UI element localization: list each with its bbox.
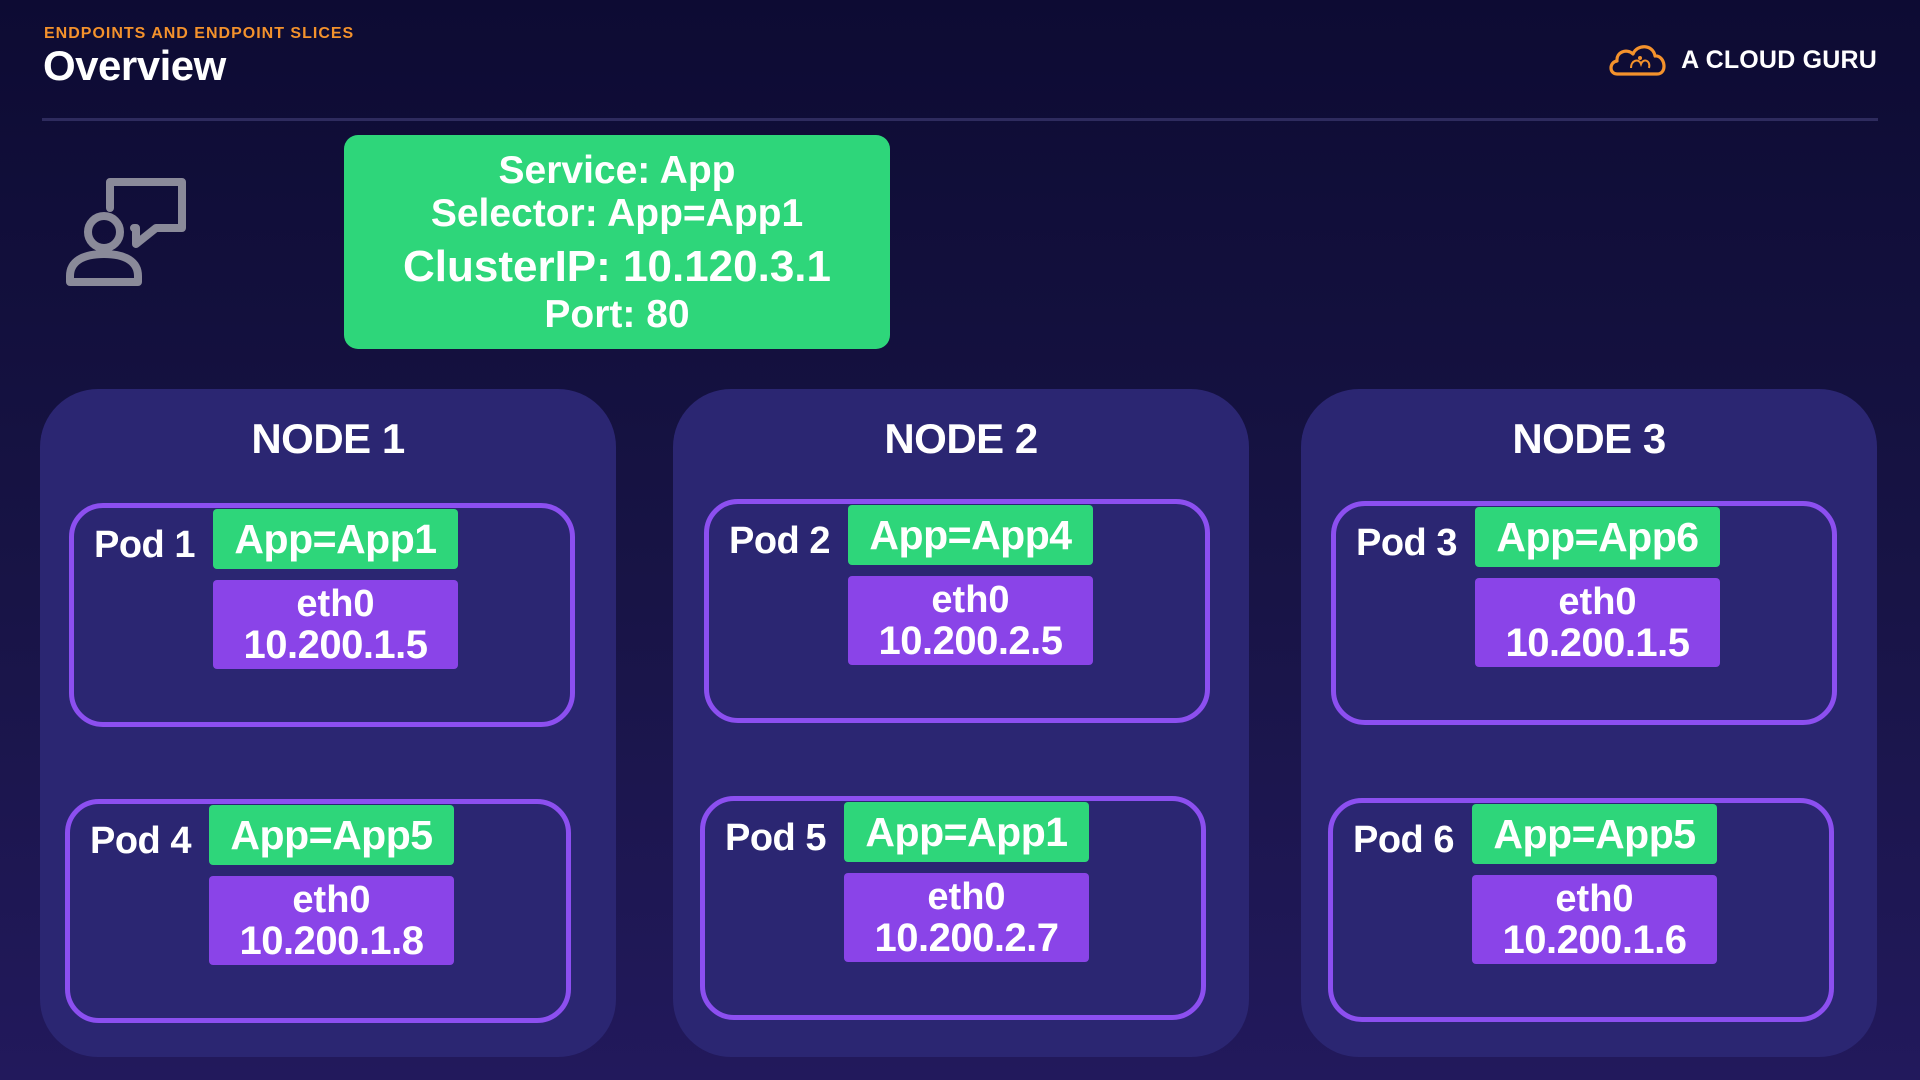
interface-ip: 10.200.1.5 bbox=[243, 622, 428, 667]
header-eyebrow: ENDPOINTS AND ENDPOINT SLICES bbox=[44, 25, 355, 42]
header-divider bbox=[42, 118, 1878, 121]
pod-label: Pod 5 bbox=[725, 817, 826, 859]
user-chat-icon bbox=[66, 178, 186, 286]
pod-interface: eth0 10.200.1.5 bbox=[1475, 578, 1720, 667]
pod-6: Pod 6 App=App5 eth0 10.200.1.6 bbox=[1328, 798, 1834, 1022]
pod-interface: eth0 10.200.2.5 bbox=[848, 576, 1093, 665]
node-3: NODE 3 Pod 3 App=App6 eth0 10.200.1.5 Po… bbox=[1301, 389, 1877, 1057]
node-1: NODE 1 Pod 1 App=App1 eth0 10.200.1.5 Po… bbox=[40, 389, 616, 1057]
pod-app-label: App=App6 bbox=[1475, 507, 1720, 567]
interface-ip: 10.200.1.8 bbox=[239, 918, 424, 963]
service-selector: Selector: App=App1 bbox=[430, 191, 804, 235]
pod-interface: eth0 10.200.2.7 bbox=[844, 873, 1089, 962]
pod-5: Pod 5 App=App1 eth0 10.200.2.7 bbox=[700, 796, 1206, 1020]
interface-name: eth0 bbox=[927, 875, 1006, 918]
interface-ip: 10.200.1.5 bbox=[1505, 620, 1690, 665]
pod-interface: eth0 10.200.1.6 bbox=[1472, 875, 1717, 964]
pod-3: Pod 3 App=App6 eth0 10.200.1.5 bbox=[1331, 501, 1837, 725]
interface-name: eth0 bbox=[1555, 877, 1634, 920]
service-cluster-ip: ClusterIP: 10.120.3.1 bbox=[402, 241, 831, 291]
brand-name: A CLOUD GURU bbox=[1681, 45, 1877, 74]
service-port: Port: 80 bbox=[544, 292, 690, 336]
cloud-logo-icon bbox=[1609, 45, 1666, 76]
node-2: NODE 2 Pod 2 App=App4 eth0 10.200.2.5 Po… bbox=[673, 389, 1249, 1057]
pod-label: Pod 4 bbox=[90, 820, 191, 862]
node-title: NODE 2 bbox=[884, 415, 1038, 462]
pod-label: Pod 1 bbox=[94, 524, 195, 566]
pod-app-label: App=App5 bbox=[209, 805, 454, 865]
node-title: NODE 3 bbox=[1512, 415, 1666, 462]
pod-4: Pod 4 App=App5 eth0 10.200.1.8 bbox=[65, 799, 571, 1023]
interface-ip: 10.200.2.5 bbox=[878, 618, 1063, 663]
service-box: Service: App Selector: App=App1 ClusterI… bbox=[344, 135, 890, 349]
service-name: Service: App bbox=[498, 148, 736, 192]
pod-label: Pod 2 bbox=[729, 520, 830, 562]
interface-name: eth0 bbox=[1558, 580, 1637, 623]
interface-name: eth0 bbox=[296, 582, 375, 625]
node-title: NODE 1 bbox=[251, 415, 405, 462]
page-title: Overview bbox=[43, 42, 226, 89]
brand: A CLOUD GURU bbox=[1607, 40, 1877, 80]
pod-app-label: App=App5 bbox=[1472, 804, 1717, 864]
interface-ip: 10.200.1.6 bbox=[1502, 917, 1687, 962]
pod-app-label: App=App1 bbox=[213, 509, 458, 569]
pod-interface: eth0 10.200.1.8 bbox=[209, 876, 454, 965]
pod-app-label: App=App1 bbox=[844, 802, 1089, 862]
interface-ip: 10.200.2.7 bbox=[874, 915, 1059, 960]
pod-label: Pod 6 bbox=[1353, 819, 1454, 861]
pod-2: Pod 2 App=App4 eth0 10.200.2.5 bbox=[704, 499, 1210, 723]
pod-1: Pod 1 App=App1 eth0 10.200.1.5 bbox=[69, 503, 575, 727]
interface-name: eth0 bbox=[931, 578, 1010, 621]
pod-interface: eth0 10.200.1.5 bbox=[213, 580, 458, 669]
pod-app-label: App=App4 bbox=[848, 505, 1093, 565]
interface-name: eth0 bbox=[292, 878, 371, 921]
pod-label: Pod 3 bbox=[1356, 522, 1457, 564]
